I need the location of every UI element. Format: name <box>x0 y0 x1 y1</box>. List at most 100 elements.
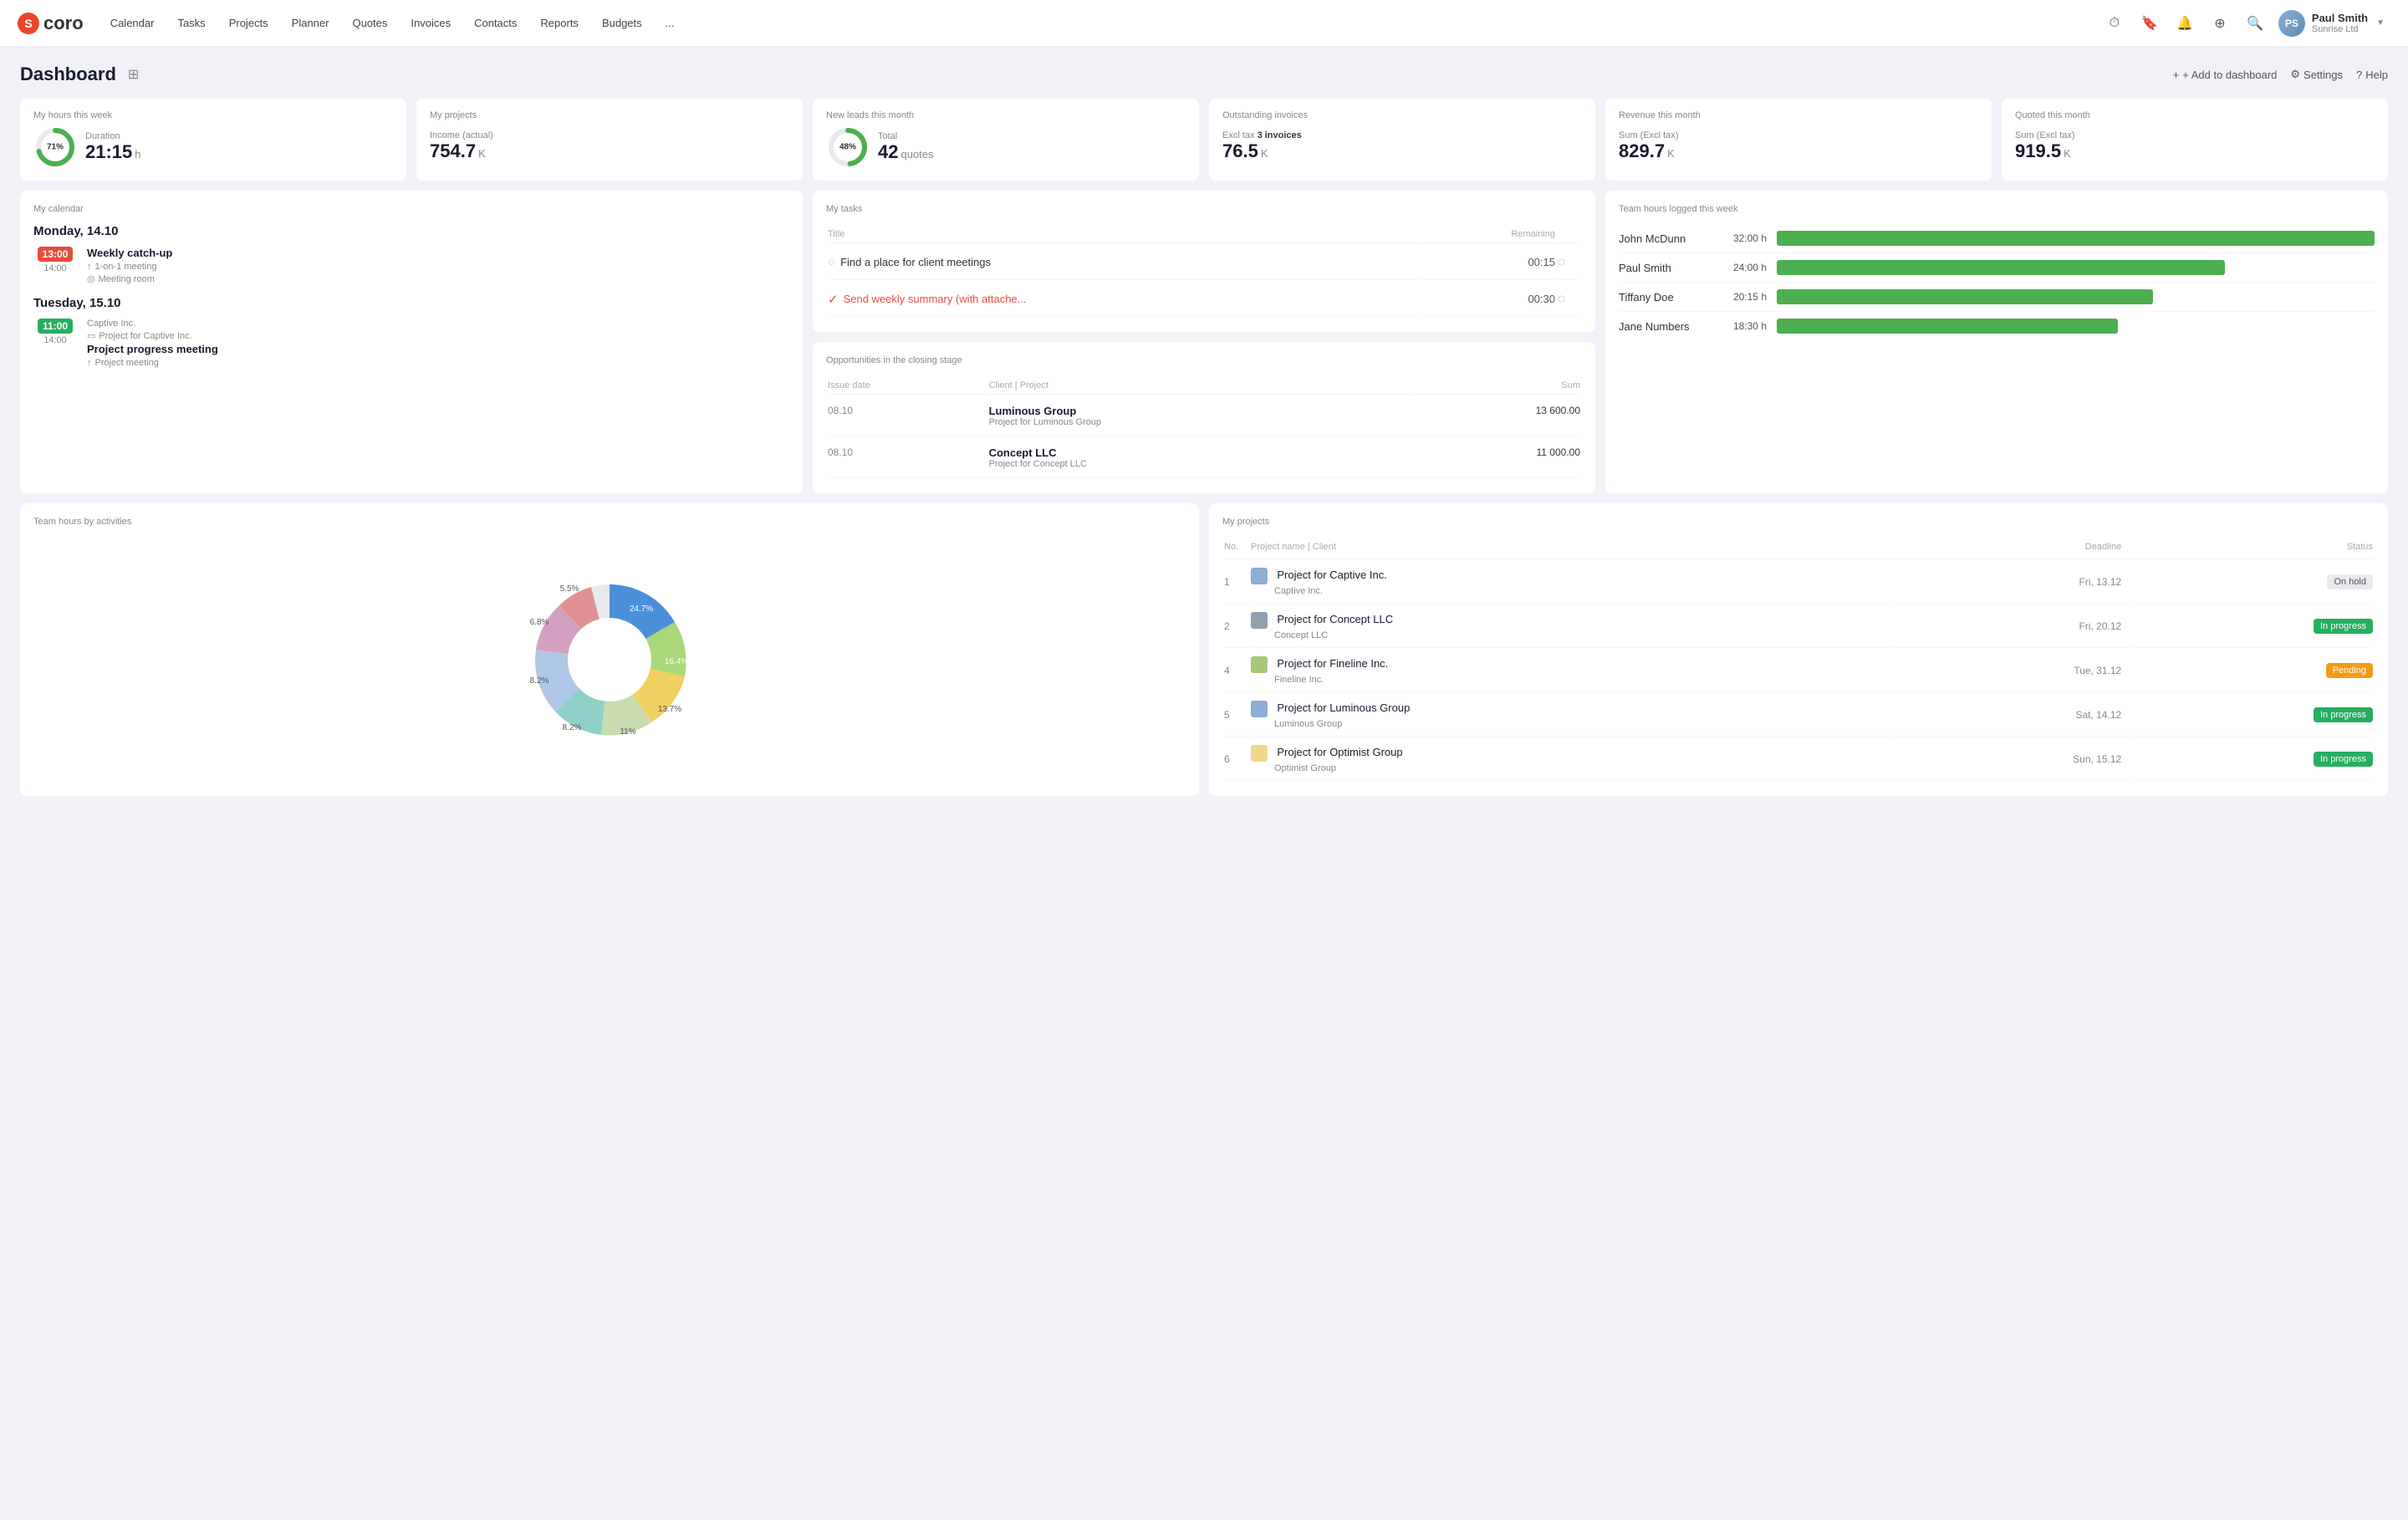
team-hours-card: Team hours logged this week John McDunn … <box>1605 191 2388 493</box>
user-menu[interactable]: PS Paul Smith Sunrise Ltd ▼ <box>2272 7 2391 40</box>
user-info: Paul Smith Sunrise Ltd <box>2312 12 2368 34</box>
table-row: 1 Project for Captive Inc. Captive Inc. … <box>1224 561 2373 604</box>
project-deadline-5: Sun, 15.12 <box>1895 738 2131 781</box>
pie-label-3: 13.7% <box>658 705 681 714</box>
nav-planner[interactable]: Planner <box>282 12 339 34</box>
opportunities-card: Opportunities in the closing stage Issue… <box>813 342 1595 493</box>
project-icon-3 <box>1251 656 1268 673</box>
logo[interactable]: S coro <box>17 12 84 35</box>
nav-projects[interactable]: Projects <box>219 12 278 34</box>
event-location: ◎ Meeting room <box>87 273 789 284</box>
projects-card: My projects No. Project name | Client De… <box>1209 503 2388 796</box>
nav-more[interactable]: ... <box>656 12 685 34</box>
project-client-5: Optimist Group <box>1274 763 1336 773</box>
bookmark-icon[interactable]: 🔖 <box>2136 10 2163 37</box>
activities-card: Team hours by activities 24.7% 16.4% <box>20 503 1199 796</box>
team-bar-wrap-4 <box>1777 319 2375 334</box>
opps-table: Issue date Client | Project Sum 08.10 Lu… <box>826 375 1582 480</box>
hours-donut-label: 71% <box>47 143 64 152</box>
project-client-1: Captive Inc. <box>1274 586 1323 596</box>
status-badge: Pending <box>2326 663 2373 678</box>
nav-quotes[interactable]: Quotes <box>342 12 397 34</box>
task-title-1[interactable]: Find a place for client meetings <box>840 256 991 268</box>
plus-icon[interactable]: ⊕ <box>2206 10 2233 37</box>
task-check-done-2[interactable]: ○ <box>1557 290 1566 307</box>
help-button[interactable]: ? Help <box>2356 69 2388 81</box>
event-project: ▭ Project for Captive Inc. <box>87 330 789 341</box>
stat-projects-title: My projects <box>430 110 789 120</box>
table-row: ✓ Send weekly summary (with attache... 0… <box>828 282 1580 317</box>
project-client-3: Fineline Inc. <box>1274 675 1324 685</box>
nav-budgets[interactable]: Budgets <box>592 12 652 34</box>
project-num-5: 6 <box>1224 738 1249 781</box>
nav-contacts[interactable]: Contacts <box>464 12 527 34</box>
avatar: PS <box>2278 10 2305 37</box>
task-check-icon-2[interactable]: ✓ <box>828 292 839 307</box>
add-to-dashboard-button[interactable]: + + Add to dashboard <box>2173 69 2278 81</box>
search-icon[interactable]: 🔍 <box>2242 10 2268 37</box>
event-title-2[interactable]: Project progress meeting <box>87 343 789 355</box>
calendar-day-monday: Monday, 14.10 <box>33 224 789 238</box>
team-member-hours-3: 20:15 h <box>1721 291 1767 303</box>
task-check-done-1[interactable]: ○ <box>1557 253 1566 270</box>
invoices-unit: K <box>1261 147 1268 160</box>
stat-hours: My hours this week 71% Duration 21:15 h <box>20 99 406 181</box>
project-name-2[interactable]: Project for Concept LLC <box>1277 613 1393 625</box>
table-row: 5 Project for Luminous Group Luminous Gr… <box>1224 694 2373 737</box>
settings-button[interactable]: ⚙ Settings <box>2290 68 2343 81</box>
stat-hours-title: My hours this week <box>33 110 393 120</box>
timer-icon[interactable]: ⏱ <box>2101 10 2128 37</box>
team-bar-wrap-1 <box>1777 231 2375 246</box>
event-title[interactable]: Weekly catch-up <box>87 247 789 259</box>
event-start-time-2: 11:00 <box>38 319 73 334</box>
table-row: 08.10 Concept LLC Project for Concept LL… <box>828 438 1580 478</box>
project-name-4[interactable]: Project for Luminous Group <box>1277 701 1410 714</box>
stat-revenue: Revenue this month Sum (Excl tax) 829.7 … <box>1605 99 1992 181</box>
event-details: Weekly catch-up ↑ 1-on-1 meeting ◎ Meeti… <box>87 247 789 286</box>
tasks-title: My tasks <box>826 204 1582 214</box>
settings-icon: ⚙ <box>2290 68 2300 81</box>
status-badge: In progress <box>2314 619 2373 634</box>
project-name-3[interactable]: Project for Fineline Inc. <box>1277 657 1388 670</box>
tasks-col-title: Title <box>828 226 1422 243</box>
project-client-2: Concept LLC <box>1274 630 1328 640</box>
pie-label-6: 8.2% <box>530 676 549 686</box>
nav-icon-group: ⏱ 🔖 🔔 ⊕ 🔍 <box>2101 10 2268 37</box>
invoices-excl: Excl tax <box>1222 130 1255 140</box>
leads-donut-label: 48% <box>839 143 856 152</box>
task-check-icon-1[interactable]: ○ <box>828 255 835 269</box>
nav-tasks[interactable]: Tasks <box>167 12 215 34</box>
nav-reports[interactable]: Reports <box>530 12 589 34</box>
task-title-cell-1: ○ Find a place for client meetings <box>828 255 1422 269</box>
project-name-cell-5: Project for Optimist Group Optimist Grou… <box>1251 738 1893 781</box>
nav-invoices[interactable]: Invoices <box>400 12 461 34</box>
project-name-1[interactable]: Project for Captive Inc. <box>1277 569 1387 581</box>
team-member-hours-1: 32:00 h <box>1721 232 1767 244</box>
table-row: 4 Project for Fineline Inc. Fineline Inc… <box>1224 650 2373 692</box>
pie-label-2: 16.4% <box>665 657 688 666</box>
task-title-2[interactable]: Send weekly summary (with attache... <box>844 293 1027 305</box>
project-deadline-4: Sat, 14.12 <box>1895 694 2131 737</box>
middle-section: My calendar Monday, 14.10 13:00 14:00 We… <box>20 191 2388 493</box>
team-bar-2 <box>1777 260 2225 275</box>
opps-col-client: Client | Project <box>989 377 1411 395</box>
help-icon: ? <box>2356 69 2362 81</box>
bell-icon[interactable]: 🔔 <box>2171 10 2198 37</box>
project-status-5: In progress <box>2133 738 2373 781</box>
project-name-5[interactable]: Project for Optimist Group <box>1277 746 1402 758</box>
task-remaining-2: 00:30 <box>1424 282 1555 317</box>
opp-client-2: Concept LLC Project for Concept LLC <box>989 438 1411 478</box>
navbar: S coro Calendar Tasks Projects Planner Q… <box>0 0 2408 47</box>
team-member-hours-4: 18:30 h <box>1721 320 1767 332</box>
pie-chart: 24.7% 16.4% 13.7% 11% 8.2% <box>33 537 1186 783</box>
team-bar-wrap-2 <box>1777 260 2375 275</box>
quoted-sub: Sum (Excl tax) <box>2015 130 2375 140</box>
team-bar-1 <box>1777 231 2375 246</box>
dashboard-header: Dashboard ⊞ + + Add to dashboard ⚙ Setti… <box>20 64 2388 85</box>
meeting-icon-2: ↑ <box>87 358 92 368</box>
projects-col-no: No. <box>1224 538 1249 559</box>
filter-icon[interactable]: ⊞ <box>128 66 139 83</box>
nav-calendar[interactable]: Calendar <box>100 12 165 34</box>
event-client: Captive Inc. <box>87 319 789 329</box>
project-name-cell-1: Project for Captive Inc. Captive Inc. <box>1251 561 1893 604</box>
